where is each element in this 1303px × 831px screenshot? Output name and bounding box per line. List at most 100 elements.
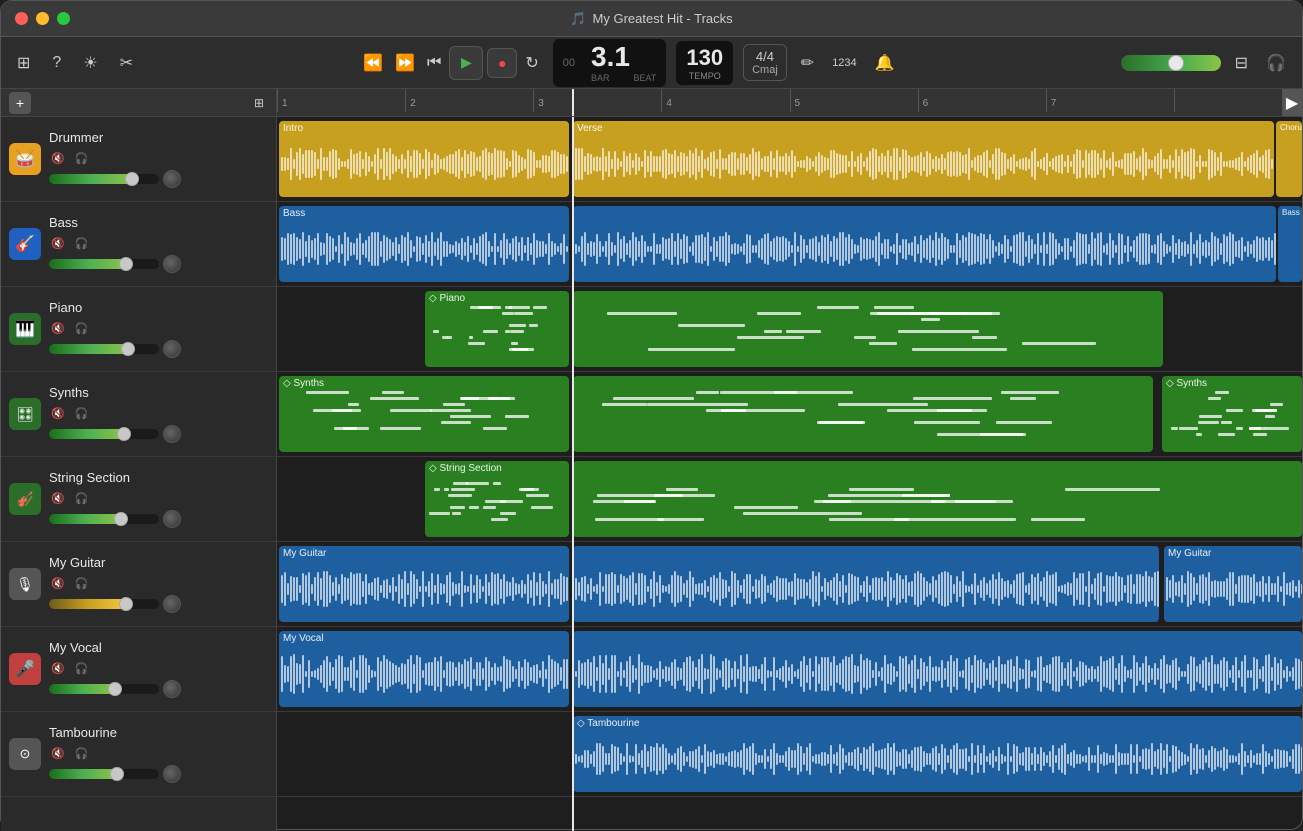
vocal-headphones-button[interactable]: 🎧 (73, 661, 91, 676)
guitar-segment-1[interactable]: My Guitar (279, 546, 569, 622)
tambourine-pan-knob[interactable] (163, 765, 181, 783)
guitar-track-row[interactable]: My Guitar My Guitar (277, 542, 1302, 627)
fullscreen-button[interactable] (57, 12, 70, 25)
synths-midi-notes-3 (1166, 388, 1298, 448)
guitar-pan-knob[interactable] (163, 595, 181, 613)
bass-mute-button[interactable]: 🔇 (49, 236, 67, 251)
vocal-segment-1[interactable]: My Vocal (279, 631, 569, 707)
guitar-headphones-button[interactable]: 🎧 (73, 576, 91, 591)
tuner-button[interactable]: 🔔 (871, 49, 899, 77)
drummer-fader-track[interactable] (49, 174, 159, 184)
guitar-segment-2[interactable] (573, 546, 1159, 622)
drummer-pan-knob[interactable] (163, 170, 181, 188)
strings-headphones-button[interactable]: 🎧 (73, 491, 91, 506)
minimize-button[interactable] (36, 12, 49, 25)
smart-controls-toggle[interactable]: ⊞ (250, 92, 268, 114)
guitar-fader-track[interactable] (49, 599, 159, 609)
bass-headphones-button[interactable]: 🎧 (73, 236, 91, 251)
guitar-segment-3[interactable]: My Guitar (1164, 546, 1302, 622)
drummer-track-name: Drummer (49, 130, 268, 145)
drummer-mute-button[interactable]: 🔇 (49, 151, 67, 166)
guitar-mute-button[interactable]: 🔇 (49, 576, 67, 591)
strings-mute-button[interactable]: 🔇 (49, 491, 67, 506)
play-button[interactable]: ▶ (449, 46, 483, 80)
string-segment-2[interactable] (573, 461, 1302, 537)
tracks-content: Intro Verse Chorus Bass (277, 117, 1302, 831)
master-volume-slider[interactable] (1121, 55, 1221, 71)
drummer-intro-segment[interactable]: Intro (279, 121, 569, 197)
drummer-headphones-button[interactable]: 🎧 (73, 151, 91, 166)
vocal-pan-knob[interactable] (163, 680, 181, 698)
time-signature-display[interactable]: 4/4 Cmaj (743, 44, 787, 81)
piano-fader-track[interactable] (49, 344, 159, 354)
synths-mute-button[interactable]: 🔇 (49, 406, 67, 421)
bass-fader-track[interactable] (49, 259, 159, 269)
tambourine-headphones-button[interactable]: 🎧 (73, 746, 91, 761)
scroll-right[interactable]: ▶ (1282, 89, 1302, 117)
drummer-chorus-segment[interactable]: Chorus (1276, 121, 1302, 197)
piano-segment-2[interactable] (573, 291, 1163, 367)
tambourine-fader-track[interactable] (49, 769, 159, 779)
lcd-button[interactable]: ⊟ (1231, 49, 1252, 77)
piano-fader-group (49, 340, 268, 358)
synths-fader-thumb (117, 427, 131, 441)
bass-track-row[interactable]: Bass Bass (277, 202, 1302, 287)
close-button[interactable] (15, 12, 28, 25)
tambourine-segment-1[interactable]: ◇ Tambourine (573, 716, 1302, 792)
strings-pan-knob[interactable] (163, 510, 181, 528)
bass-segment-1[interactable]: Bass (279, 206, 569, 282)
pencil-tool-button[interactable]: ✏ (797, 49, 818, 77)
vocal-segment-2[interactable] (573, 631, 1302, 707)
vocal-fader-track[interactable] (49, 684, 159, 694)
scissors-button[interactable]: ✂ (116, 49, 137, 77)
ruler-mark-6: 6 (918, 89, 1046, 112)
synths-fader-track[interactable] (49, 429, 159, 439)
synths-segment-2[interactable] (573, 376, 1153, 452)
rewind-button[interactable]: ⏪ (359, 49, 387, 77)
tempo-display[interactable]: 130 TEMPO (676, 41, 733, 85)
synths-track-row[interactable]: ◇ Synths ◇ Synths (277, 372, 1302, 457)
window-title: 🎵 My Greatest Hit - Tracks (570, 11, 732, 27)
synths-segment-1[interactable]: ◇ Synths (279, 376, 569, 452)
piano-pan-knob[interactable] (163, 340, 181, 358)
bass-segment-3[interactable]: Bass (1278, 206, 1302, 282)
add-track-button[interactable]: + (9, 92, 31, 114)
strings-fader-track[interactable] (49, 514, 159, 524)
drummer-verse-segment[interactable]: Verse (573, 121, 1274, 197)
piano-midi-notes-2 (577, 303, 1159, 363)
fast-forward-button[interactable]: ⏩ (391, 49, 419, 77)
headphones-button[interactable]: 🎧 (1262, 49, 1290, 77)
synths-segment-3[interactable]: ◇ Synths (1162, 376, 1302, 452)
tambourine-mute-button[interactable]: 🔇 (49, 746, 67, 761)
vocal-mute-button[interactable]: 🔇 (49, 661, 67, 676)
smart-controls-button[interactable]: ☀ (79, 49, 101, 77)
vocal-track-name: My Vocal (49, 640, 268, 655)
playhead-ruler (572, 89, 574, 116)
vocal-seg2-waveform (573, 643, 1302, 705)
string-section-track-row[interactable]: ◇ String Section (277, 457, 1302, 542)
vocal-track-row[interactable]: My Vocal (277, 627, 1302, 712)
piano-mute-button[interactable]: 🔇 (49, 321, 67, 336)
bass-seg2-waveform (573, 218, 1276, 280)
bass-pan-knob[interactable] (163, 255, 181, 273)
guitar-seg3-waveform (1164, 558, 1302, 620)
synths-headphones-button[interactable]: 🎧 (73, 406, 91, 421)
piano-headphones-button[interactable]: 🎧 (73, 321, 91, 336)
abcd-button[interactable]: 1234 (828, 53, 860, 73)
drummer-track-controls: 🔇 🎧 (49, 151, 268, 166)
help-button[interactable]: ? (48, 50, 65, 76)
library-button[interactable]: ⊞ (13, 49, 34, 77)
piano-track-controls: 🔇 🎧 (49, 321, 268, 336)
synths-pan-knob[interactable] (163, 425, 181, 443)
tambourine-fader-thumb (110, 767, 124, 781)
bass-track-info: Bass 🔇 🎧 (49, 215, 268, 273)
loop-button[interactable]: ↻ (521, 49, 542, 77)
drummer-track-row[interactable]: Intro Verse Chorus (277, 117, 1302, 202)
piano-track-row[interactable]: ◇ Piano (277, 287, 1302, 372)
skip-back-button[interactable]: ⏮ (423, 50, 445, 76)
bass-segment-2[interactable] (573, 206, 1276, 282)
tambourine-track-row[interactable]: ◇ Tambourine (277, 712, 1302, 797)
record-button[interactable]: ● (487, 48, 517, 78)
string-segment-1[interactable]: ◇ String Section (425, 461, 569, 537)
piano-segment-1[interactable]: ◇ Piano (425, 291, 569, 367)
